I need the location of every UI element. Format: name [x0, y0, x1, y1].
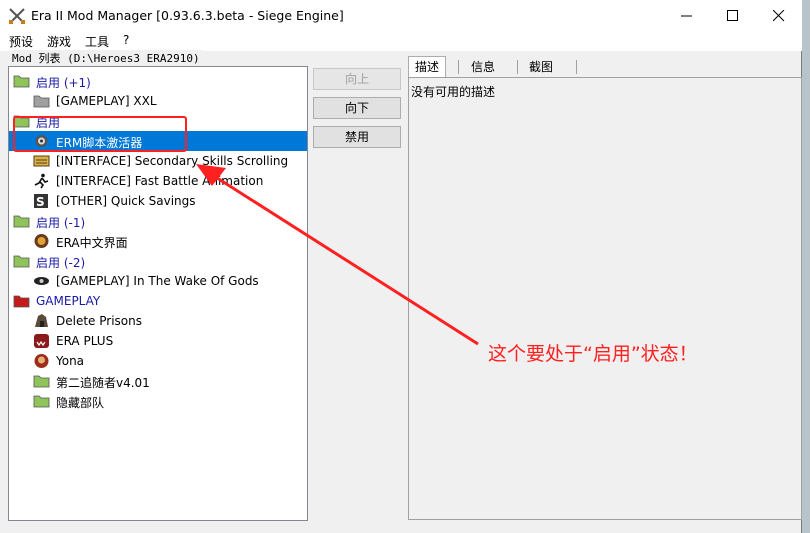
annotation-arrow [196, 164, 479, 346]
annotation-text: 这个要处于“启用”状态！ [488, 343, 698, 365]
